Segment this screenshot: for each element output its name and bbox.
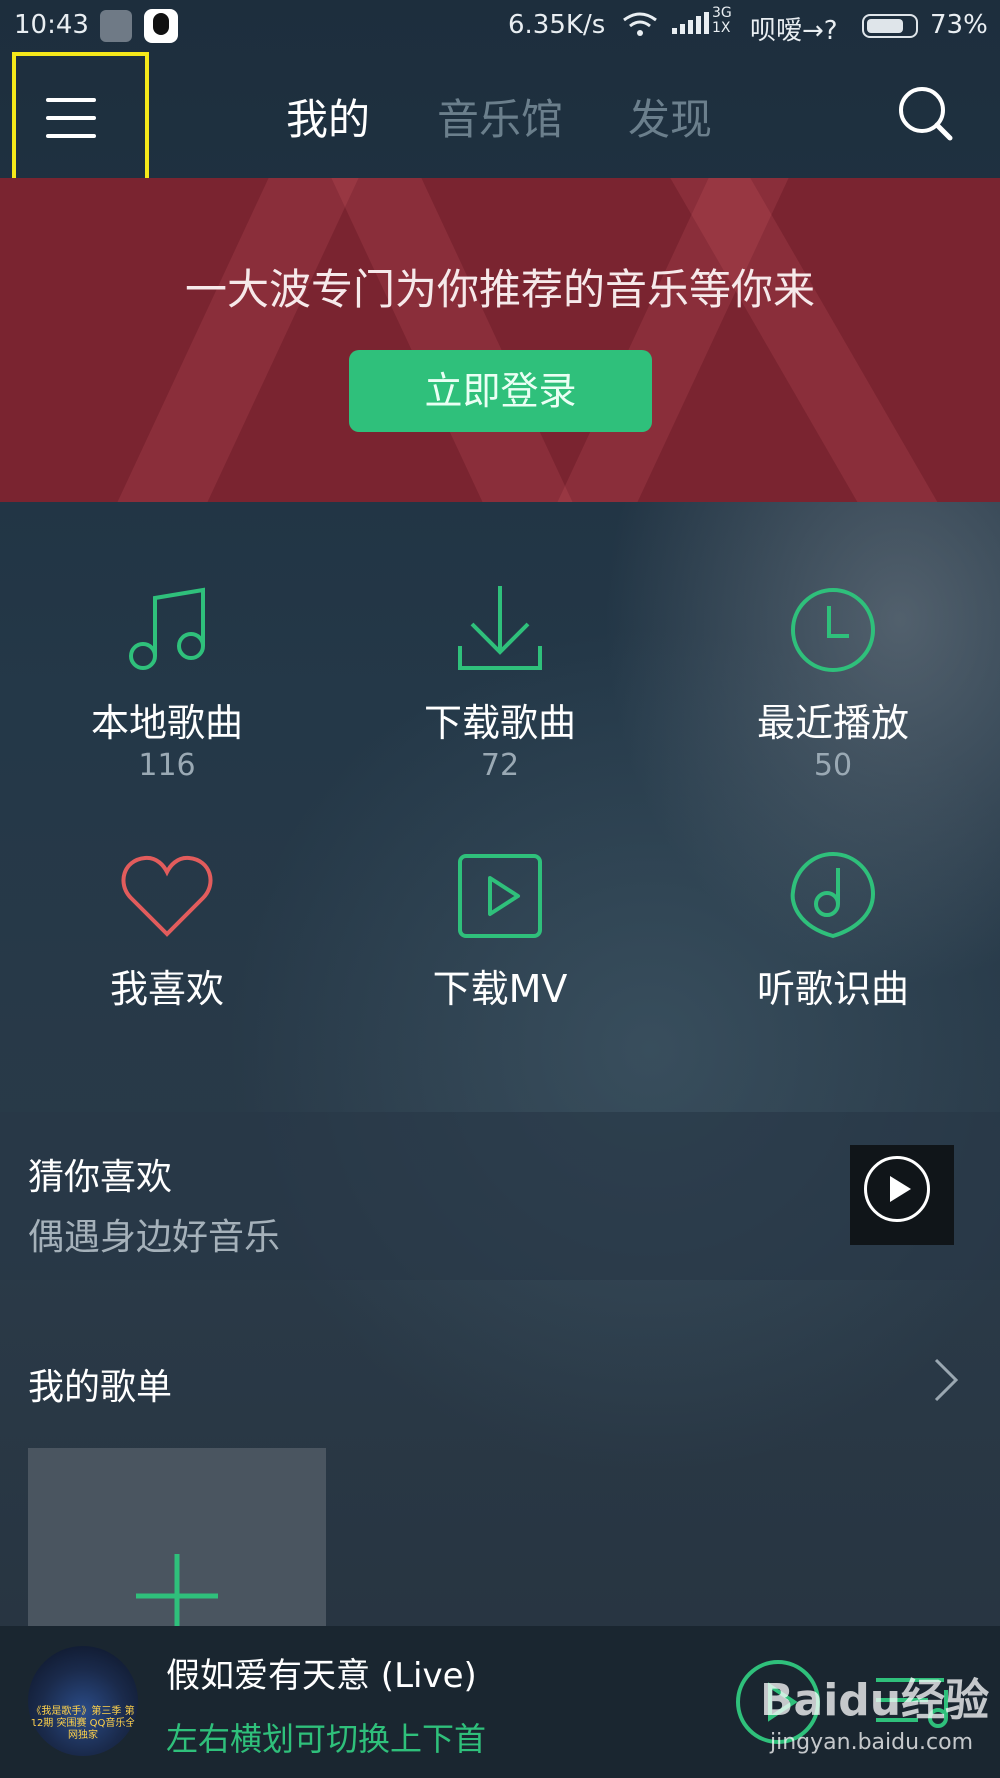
- baidu-watermark-url: jingyan.baidu.com: [770, 1730, 974, 1755]
- local-songs-item[interactable]: 本地歌曲 116: [17, 580, 317, 800]
- guess-play-button[interactable]: [864, 1156, 930, 1222]
- song-title: 假如爱有天意 (Live): [166, 1656, 477, 1696]
- grid-label: 我喜欢: [109, 967, 224, 1011]
- music-note-icon: [129, 587, 205, 670]
- battery-icon: [862, 14, 918, 38]
- search-icon: [899, 87, 953, 141]
- search-button[interactable]: [896, 84, 956, 144]
- grid-count: 116: [138, 748, 196, 783]
- chevron-right-icon[interactable]: [928, 1356, 964, 1404]
- grid-label: 最近播放: [756, 701, 909, 745]
- status-bar: 10:43 6.35K/s 3G 1X 呗嗳→? 73%: [0, 0, 1000, 55]
- wifi-icon: [622, 10, 658, 47]
- guess-subtitle: 偶遇身边好音乐: [28, 1217, 281, 1258]
- play-icon: [890, 1176, 911, 1202]
- grid-count: 50: [813, 748, 853, 783]
- grid-count: 72: [480, 748, 520, 783]
- qq-notification-icon: [144, 9, 178, 43]
- baidu-watermark: Baidu经验: [760, 1675, 990, 1726]
- create-playlist-tile[interactable]: [28, 1448, 326, 1628]
- login-banner: 一大波专门为你推荐的音乐等你来 立即登录: [0, 178, 1000, 502]
- guess-you-like-section[interactable]: 猜你喜欢 偶遇身边好音乐: [0, 1112, 1000, 1280]
- recent-play-item[interactable]: 最近播放 50: [683, 580, 983, 800]
- playlists-heading[interactable]: 我的歌单: [28, 1358, 172, 1410]
- recognize-music-icon: [790, 851, 876, 939]
- tab-discover[interactable]: 发现: [628, 86, 712, 147]
- mv-play-icon: [458, 854, 542, 938]
- tab-mine[interactable]: 我的: [286, 86, 370, 147]
- banner-decoration: [72, 178, 378, 502]
- login-button[interactable]: 立即登录: [349, 350, 652, 432]
- signal-icon: [672, 10, 710, 42]
- guess-title: 猜你喜欢: [28, 1157, 173, 1198]
- recognize-music-item[interactable]: 听歌识曲: [683, 846, 983, 1026]
- network-type: 3G 1X: [712, 5, 732, 36]
- heart-icon: [121, 855, 213, 937]
- plus-icon: [136, 1554, 218, 1628]
- hamburger-icon: [46, 98, 96, 102]
- swipe-hint: 左右横划可切换上下首: [166, 1720, 487, 1758]
- grid-label: 听歌识曲: [756, 967, 909, 1011]
- download-icon: [458, 586, 542, 670]
- my-playlists-section: 我的歌单: [0, 1308, 1000, 1628]
- cover-text: 《我是歌手》第三季 第12期 突围赛 QQ音乐全网独家: [30, 1706, 136, 1741]
- battery-percent: 73%: [930, 10, 988, 40]
- banner-title: 一大波专门为你推荐的音乐等你来: [184, 265, 815, 314]
- download-songs-item[interactable]: 下载歌曲 72: [350, 580, 650, 800]
- tab-music-hall[interactable]: 音乐馆: [437, 86, 563, 147]
- download-mv-item[interactable]: 下载MV: [350, 846, 650, 1026]
- status-time: 10:43: [14, 10, 89, 40]
- carrier-name: 呗嗳→?: [750, 16, 838, 46]
- network-speed: 6.35K/s: [508, 10, 606, 40]
- grid-label: 下载歌曲: [423, 701, 576, 745]
- grid-label: 本地歌曲: [90, 701, 243, 745]
- grid-label: 下载MV: [432, 967, 568, 1011]
- my-favorites-item[interactable]: 我喜欢: [17, 846, 317, 1026]
- clock-icon: [791, 588, 875, 672]
- notification-app-icon: [100, 10, 132, 42]
- album-cover[interactable]: 《我是歌手》第三季 第12期 突围赛 QQ音乐全网独家: [28, 1646, 138, 1756]
